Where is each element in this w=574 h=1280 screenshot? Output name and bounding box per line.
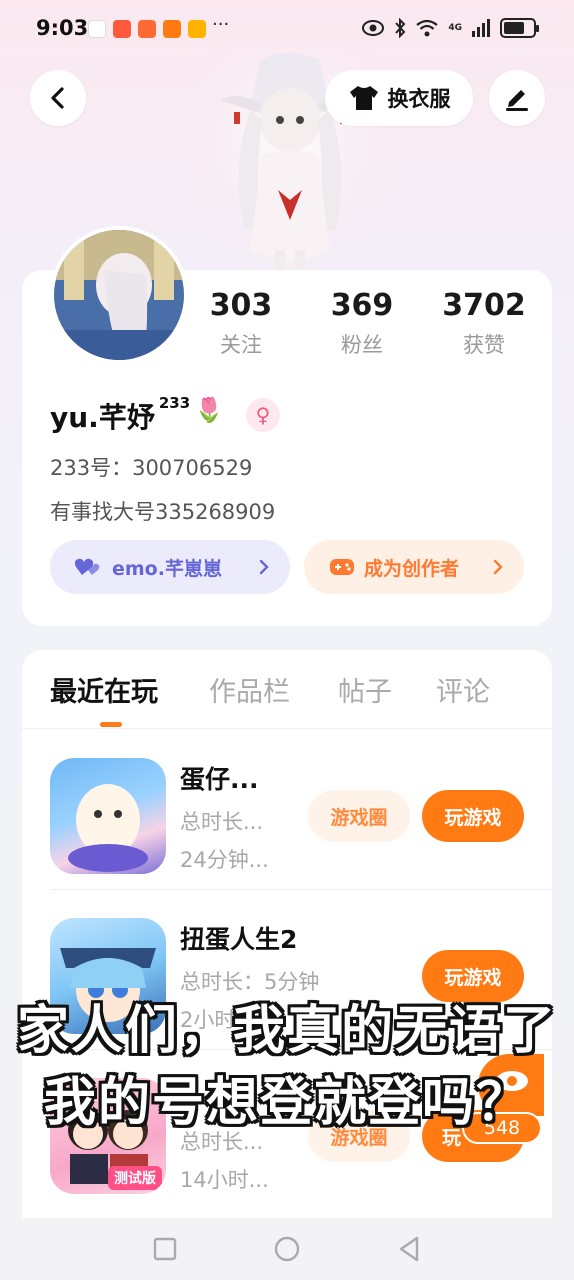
tab-comments[interactable]: 评论 [436,670,490,709]
network-type-label: 4G [448,22,462,33]
circle-icon [274,1236,300,1262]
user-bio: 有事找大号335268909 [50,500,276,524]
notification-app-icon [188,20,206,38]
username-text: yu.芊妤 [50,401,155,434]
notification-app-icon [138,20,156,38]
notification-app-icon [113,20,131,38]
notification-app-icon [163,20,181,38]
game-title: 蛋仔... [180,765,259,794]
play-game-button[interactable]: 玩游戏 [422,790,524,842]
gamepad-icon [330,559,354,575]
game-row[interactable]: 蛋仔... 总时长... 24分钟... 游戏圈 玩游戏 [22,730,552,890]
video-subtitle-line2: 我的号想登就登吗？ [43,1073,530,1133]
video-subtitle-line1: 家人们，我真的无语了 [16,1001,557,1061]
status-time: 9:03 [36,16,89,40]
tulip-emoji: 🌷 [194,396,225,424]
become-creator-label: 成为创作者 [364,557,460,580]
tab-divider [22,728,552,729]
tab-recently-played[interactable]: 最近在玩 [50,670,158,709]
avatar-image [54,230,184,360]
back-button[interactable] [30,70,86,126]
become-creator-chip[interactable]: 成为创作者 [304,540,524,594]
wardrobe-button[interactable]: 换衣服 [325,70,473,126]
game-circle-button[interactable]: 游戏圈 [308,790,410,842]
stat-following[interactable]: 303 关注 [186,288,296,359]
tab-posts[interactable]: 帖子 [338,670,392,709]
status-indicators: 4G [361,18,539,38]
female-gender-icon: ♀ [246,398,280,432]
game-playtime-label: 总时长... [180,810,264,834]
notification-app-icon [88,20,106,38]
wardrobe-label: 换衣服 [387,87,451,111]
notification-icons [88,20,206,38]
home-button[interactable] [272,1234,302,1264]
pen-icon [506,90,528,111]
user-id: 233号：300706529 [50,456,253,480]
triangle-back-icon [399,1236,419,1262]
chevron-left-icon [51,87,64,109]
recent-apps-button[interactable] [150,1234,180,1264]
game-title: 扭蛋人生2 [180,925,298,954]
username-superscript: 233 [158,394,191,412]
test-version-badge: 测试版 [108,1166,162,1190]
emo-link-chip[interactable]: emo.芊崽崽 [50,540,290,594]
game-playtime-value: 24分钟... [180,848,269,872]
tshirt-icon [349,86,378,110]
username: yu.芊妤 233 🌷 [50,394,225,436]
stat-followers[interactable]: 369 粉丝 [307,288,417,359]
signal-icon [472,19,490,37]
game-icon-eggy-party[interactable] [50,758,166,874]
more-notifications-icon: ··· [212,14,230,35]
stat-value: 3702 [442,288,526,323]
battery-icon [500,18,539,38]
eye-icon [362,20,385,36]
stat-label: 关注 [220,333,262,357]
game-playtime-value: 14小时... [180,1168,269,1192]
chevron-right-icon [259,559,269,575]
stat-label: 粉丝 [341,333,383,357]
stat-value: 303 [209,288,273,323]
stat-likes[interactable]: 3702 获赞 [429,288,539,359]
bluetooth-icon [395,18,406,38]
hearts-icon [74,558,100,575]
stat-value: 369 [330,288,394,323]
square-icon [153,1237,177,1261]
wifi-icon [416,19,439,37]
active-tab-indicator [100,722,122,727]
edit-profile-button[interactable] [489,70,545,126]
emo-link-label: emo.芊崽崽 [112,557,222,580]
avatar[interactable] [50,226,188,364]
chevron-right-icon [493,559,503,575]
tab-works[interactable]: 作品栏 [209,670,290,709]
stat-label: 获赞 [463,333,505,357]
system-back-button[interactable] [394,1234,424,1264]
